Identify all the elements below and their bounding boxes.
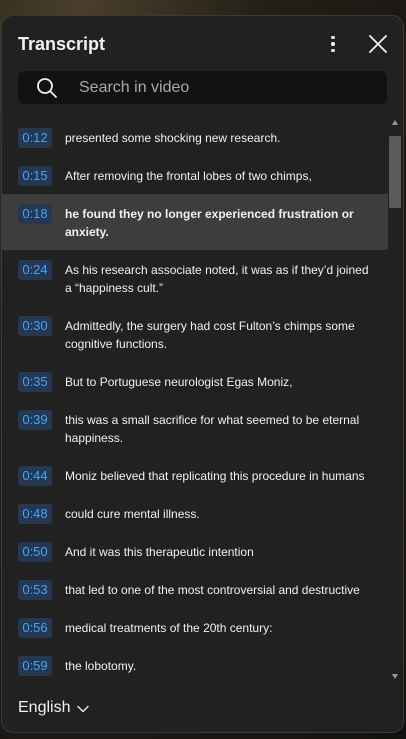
segment-timestamp[interactable]: 0:56 xyxy=(18,618,52,638)
search-input[interactable] xyxy=(79,75,359,100)
language-label: English xyxy=(18,699,71,716)
transcript-segment[interactable]: 0:24 As his research associate noted, it … xyxy=(2,260,388,297)
segment-text: After removing the frontal lobes of two … xyxy=(65,169,312,183)
segment-text: presented some shocking new research. xyxy=(65,131,281,145)
transcript-segment[interactable]: 0:18 he found they no longer experienced … xyxy=(2,194,388,250)
language-selector[interactable]: English xyxy=(18,696,90,720)
segment-timestamp[interactable]: 0:24 xyxy=(18,260,52,280)
segment-timestamp[interactable]: 0:39 xyxy=(18,410,52,430)
segment-text: the lobotomy. xyxy=(65,659,137,673)
segment-text: this was a small sacrifice for what seem… xyxy=(65,413,360,445)
more-options-button[interactable] xyxy=(323,32,343,56)
segment-timestamp[interactable]: 0:12 xyxy=(18,128,52,148)
search-icon xyxy=(37,77,57,98)
scrollbar[interactable] xyxy=(388,118,403,692)
segment-text: medical treatments of the 20th century: xyxy=(65,621,273,635)
transcript-segment[interactable]: 0:35 But to Portuguese neurologist Egas M… xyxy=(2,372,388,392)
segment-timestamp[interactable]: 0:53 xyxy=(18,580,52,600)
segment-text: could cure mental illness. xyxy=(65,507,200,521)
segment-timestamp[interactable]: 0:30 xyxy=(18,316,52,336)
transcript-segment[interactable]: 0:50 And it was this therapeutic intentio… xyxy=(2,542,388,562)
transcript-segment[interactable]: 0:39 this was a small sacrifice for what … xyxy=(2,410,388,447)
segment-text: Moniz believed that replicating this pro… xyxy=(65,469,365,483)
transcript-segment[interactable]: 0:48 could cure mental illness. xyxy=(2,504,388,524)
segment-timestamp[interactable]: 0:44 xyxy=(18,466,52,486)
segment-timestamp[interactable]: 0:50 xyxy=(18,542,52,562)
scroll-down-arrow[interactable] xyxy=(392,674,398,679)
chevron-down-icon xyxy=(77,705,90,713)
transcript-segment[interactable]: 0:15 After removing the frontal lobes of … xyxy=(2,166,388,186)
close-icon xyxy=(369,35,387,53)
segment-text: he found they no longer experienced frus… xyxy=(65,207,354,239)
search-bar[interactable] xyxy=(18,71,387,104)
transcript-segment[interactable]: 0:53 that led to one of the most controve… xyxy=(2,580,388,600)
transcript-segment[interactable]: 0:12 presented some shocking new research… xyxy=(2,128,388,148)
segment-timestamp[interactable]: 0:35 xyxy=(18,372,52,392)
segment-timestamp[interactable]: 0:18 xyxy=(18,204,52,224)
segment-text: that led to one of the most controversia… xyxy=(65,583,360,597)
panel-header: Transcript xyxy=(2,16,403,72)
segment-timestamp[interactable]: 0:59 xyxy=(18,656,52,676)
close-button[interactable] xyxy=(366,32,390,56)
more-vert-icon xyxy=(331,35,335,40)
transcript-segment[interactable]: 0:30 Admittedly, the surgery had cost Ful… xyxy=(2,316,388,353)
transcript-segment[interactable]: 0:59 the lobotomy. xyxy=(2,656,388,676)
transcript-list: 0:12 presented some shocking new research… xyxy=(2,118,388,692)
panel-title: Transcript xyxy=(18,34,106,54)
segment-text: But to Portuguese neurologist Egas Moniz… xyxy=(65,375,293,389)
transcript-segment[interactable]: 0:44 Moniz believed that replicating this… xyxy=(2,466,388,486)
segment-text: And it was this therapeutic intention xyxy=(65,545,254,559)
scroll-thumb[interactable] xyxy=(389,136,401,208)
segment-timestamp[interactable]: 0:15 xyxy=(18,166,52,186)
transcript-panel: Transcript 0:12 presented some shocking n… xyxy=(1,15,404,733)
scroll-up-arrow[interactable] xyxy=(392,120,398,125)
segment-timestamp[interactable]: 0:48 xyxy=(18,504,52,524)
segment-text: Admittedly, the surgery had cost Fulton’… xyxy=(65,319,355,351)
transcript-segment[interactable]: 0:56 medical treatments of the 20th centu… xyxy=(2,618,388,638)
segment-text: As his research associate noted, it was … xyxy=(65,263,369,295)
